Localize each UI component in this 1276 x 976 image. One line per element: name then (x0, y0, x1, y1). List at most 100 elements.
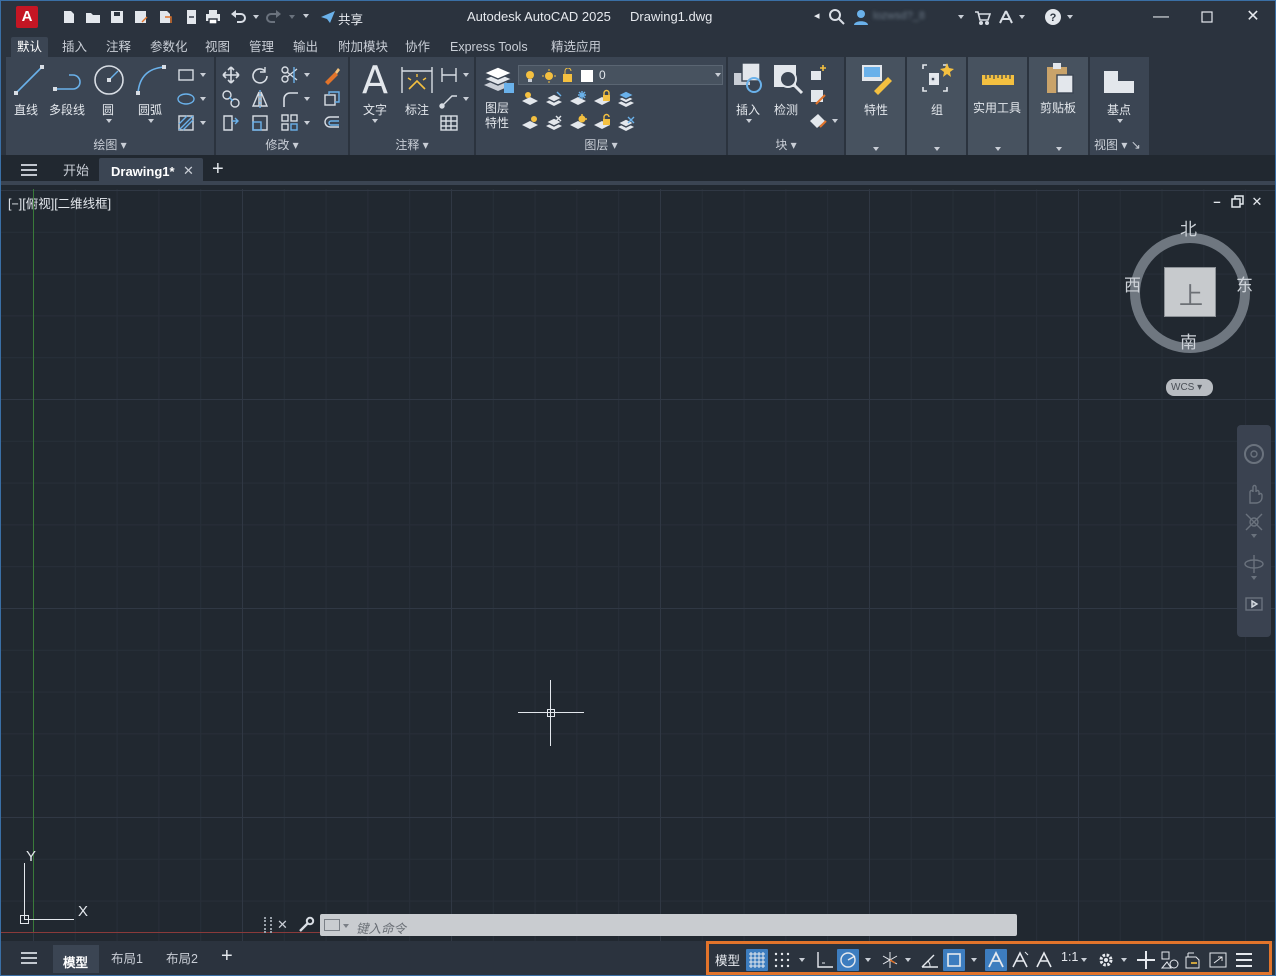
rotate-icon[interactable] (250, 65, 270, 85)
edit-attributes-icon[interactable] (808, 111, 828, 131)
clipboard-dropdown-icon[interactable] (1056, 147, 1062, 151)
layer-freeze-icon[interactable] (568, 89, 588, 109)
tab-drawing1[interactable]: Drawing1* ✕ (99, 158, 203, 185)
circle-dropdown-icon[interactable] (106, 119, 112, 123)
tab-featured-apps[interactable]: 精选应用 (545, 37, 607, 57)
close-button[interactable]: ✕ (1243, 7, 1263, 27)
basepoint-label[interactable]: 基点 (1107, 101, 1131, 118)
table-icon[interactable] (439, 113, 459, 133)
layer-off-icon[interactable] (520, 89, 540, 109)
dimension-icon[interactable] (400, 63, 434, 97)
viewcube-top-face[interactable]: 上 (1164, 267, 1216, 317)
units-icon[interactable] (1159, 949, 1181, 971)
share-label[interactable]: 共享 (338, 9, 363, 28)
viewport-close-icon[interactable]: ✕ (1250, 195, 1264, 209)
viewport-restore-icon[interactable] (1230, 195, 1244, 209)
basepoint-dropdown-icon[interactable] (1117, 119, 1123, 123)
search-icon[interactable] (828, 8, 846, 26)
layer-dropdown-icon[interactable] (715, 73, 721, 77)
redo-dropdown-icon[interactable] (289, 15, 295, 19)
utilities-panel[interactable]: 实用工具 (968, 57, 1028, 155)
viewport-minimize-icon[interactable]: – (1210, 195, 1224, 209)
hatch-icon[interactable] (176, 113, 196, 133)
web-mobile-icon[interactable] (156, 8, 174, 26)
annotation-scale-icon[interactable] (1033, 949, 1055, 971)
command-history-dropdown-icon[interactable] (343, 924, 349, 928)
array-dropdown-icon[interactable] (304, 121, 310, 125)
scale-dropdown-icon[interactable] (1081, 958, 1087, 962)
edit-block-icon[interactable] (808, 87, 828, 107)
cart-icon[interactable] (973, 8, 991, 26)
move-icon[interactable] (221, 65, 241, 85)
tab-output[interactable]: 输出 (287, 37, 324, 57)
plot-upload-icon[interactable] (182, 8, 200, 26)
create-block-icon[interactable] (808, 63, 828, 83)
object-snap-tracking-icon[interactable] (919, 949, 941, 971)
close-tab-icon[interactable]: ✕ (183, 163, 194, 179)
fillet-dropdown-icon[interactable] (304, 97, 310, 101)
arc-dropdown-icon[interactable] (148, 119, 154, 123)
compass-north[interactable]: 北 (1180, 215, 1197, 240)
text-label[interactable]: 文字 (363, 101, 387, 118)
annotation-panel-title[interactable]: 注释 ▾ (350, 137, 474, 153)
layer-properties-label[interactable]: 图层 特性 (485, 101, 509, 131)
zoom-dropdown-icon[interactable] (1251, 534, 1257, 538)
ellipse-icon[interactable] (176, 89, 196, 109)
offset-icon[interactable] (322, 113, 342, 133)
groups-panel[interactable]: 组 (907, 57, 967, 155)
snap-icon[interactable] (771, 949, 793, 971)
hatch-dropdown-icon[interactable] (200, 121, 206, 125)
linear-dim-icon[interactable] (439, 65, 459, 85)
orbit-dropdown-icon[interactable] (1251, 576, 1257, 580)
clipboard-panel[interactable]: 剪贴板 (1029, 57, 1089, 155)
drawing-canvas[interactable]: [−][俯视][二维线框] – ✕ 上 北 南 东 西 WCS ▾ Y X (1, 189, 1275, 941)
viewport-controls[interactable]: [−][俯视][二维线框] (8, 193, 111, 212)
properties-panel[interactable]: 特性 (846, 57, 906, 155)
customize-wrench-icon[interactable] (297, 916, 315, 934)
minimize-button[interactable]: — (1151, 7, 1171, 27)
open-file-icon[interactable] (84, 8, 102, 26)
search-expand-icon[interactable]: ◂ (814, 9, 820, 22)
tab-start[interactable]: 开始 (63, 160, 89, 182)
undo-dropdown-icon[interactable] (253, 15, 259, 19)
help-icon[interactable]: ? (1044, 8, 1062, 26)
stretch-icon[interactable] (221, 113, 241, 133)
block-panel-title[interactable]: 块 ▾ (728, 137, 844, 153)
command-close-icon[interactable]: ✕ (277, 917, 288, 933)
model-space-toggle[interactable]: 模型 (715, 950, 740, 969)
tab-express-tools[interactable]: Express Tools (444, 37, 534, 57)
steering-wheel-icon[interactable] (1243, 443, 1265, 465)
tab-layout1[interactable]: 布局1 (111, 948, 143, 970)
layers-panel-title[interactable]: 图层 ▾ (476, 137, 726, 153)
command-line-grip[interactable] (264, 917, 272, 933)
layer-isolate-icon[interactable] (544, 89, 564, 109)
tab-insert[interactable]: 插入 (56, 37, 93, 57)
fillet-icon[interactable] (280, 89, 300, 109)
layer-unlock-icon[interactable] (592, 113, 612, 133)
polar-dropdown-icon[interactable] (865, 958, 871, 962)
menu-icon[interactable] (20, 163, 38, 177)
user-dropdown-icon[interactable] (958, 15, 964, 19)
attributes-dropdown-icon[interactable] (832, 119, 838, 123)
inspect-label[interactable]: 检测 (774, 101, 798, 118)
tab-parametric[interactable]: 参数化 (144, 37, 194, 57)
layer-walk-icon[interactable] (616, 113, 636, 133)
grid-icon[interactable] (746, 949, 768, 971)
object-snap-dropdown-icon[interactable] (971, 958, 977, 962)
circle-label[interactable]: 圆 (102, 101, 114, 118)
compass-west[interactable]: 西 (1124, 271, 1141, 296)
basepoint-icon[interactable] (1102, 67, 1138, 95)
snap-dropdown-icon[interactable] (799, 958, 805, 962)
annotation-monitor-icon[interactable] (1135, 949, 1157, 971)
maximize-button[interactable] (1197, 7, 1217, 27)
inspect-block-icon[interactable] (770, 61, 806, 97)
ortho-icon[interactable] (813, 949, 835, 971)
layer-unisolate-icon[interactable] (544, 113, 564, 133)
layer-lock-icon[interactable] (592, 89, 612, 109)
utilities-dropdown-icon[interactable] (995, 147, 1001, 151)
text-icon[interactable]: A (360, 61, 390, 99)
erase-icon[interactable] (322, 65, 342, 85)
tab-addins[interactable]: 附加模块 (332, 37, 394, 57)
leader-dropdown-icon[interactable] (463, 97, 469, 101)
new-file-icon[interactable] (60, 8, 78, 26)
